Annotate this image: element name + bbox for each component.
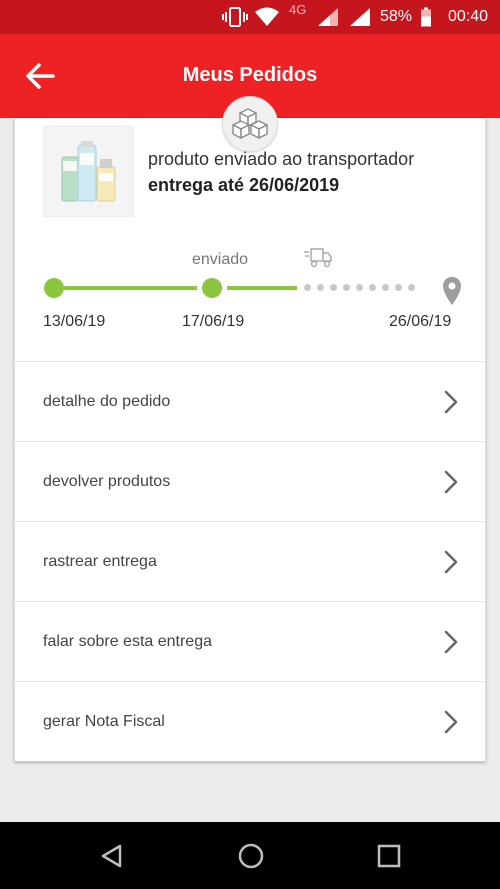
progress-pending-dot: [356, 284, 363, 291]
menu-item-label: detalhe do pedido: [43, 393, 171, 410]
battery-icon: [420, 0, 432, 34]
progress-pending-dot: [343, 284, 350, 291]
menu-item-track-delivery[interactable]: rastrear entrega: [15, 521, 485, 601]
signal-icon: [317, 0, 339, 34]
clock: 00:40: [448, 8, 489, 25]
nav-back-button[interactable]: [88, 832, 136, 880]
menu-item-label: rastrear entrega: [43, 553, 157, 570]
menu-item-generate-invoice[interactable]: gerar Nota Fiscal: [15, 681, 485, 761]
menu-item-order-detail[interactable]: detalhe do pedido: [15, 361, 485, 441]
menu-item-label: devolver produtos: [43, 473, 171, 490]
battery-percent: 58%: [380, 8, 413, 25]
chevron-right-icon: [444, 630, 458, 654]
signal-icon: [349, 0, 371, 34]
vibrate-icon: [222, 0, 248, 34]
progress-segment: [64, 286, 197, 290]
tracking-date: 13/06/19: [43, 313, 106, 330]
truck-icon: [303, 246, 333, 275]
progress-pending-dot: [382, 284, 389, 291]
progress-pending-dot: [304, 284, 311, 291]
tracking-date: 26/06/19: [389, 313, 452, 330]
location-pin-icon: [442, 276, 462, 311]
nav-home-button[interactable]: [227, 832, 275, 880]
wifi-icon: [254, 0, 280, 34]
progress-pending-dot: [408, 284, 415, 291]
menu-item-talk-about-delivery[interactable]: falar sobre esta entrega: [15, 601, 485, 681]
progress-pending-dot: [395, 284, 402, 291]
page-title: Meus Pedidos: [182, 64, 318, 86]
chevron-right-icon: [444, 390, 458, 414]
product-thumbnail: [43, 126, 134, 217]
chevron-right-icon: [444, 550, 458, 574]
chevron-right-icon: [444, 470, 458, 494]
progress-step-dot: [202, 278, 222, 298]
back-triangle-icon: [101, 844, 122, 868]
order-status-text: produto enviado ao transportador: [148, 149, 415, 169]
boxes-icon: [222, 96, 278, 152]
recents-square-icon: [377, 844, 401, 868]
menu-item-label: falar sobre esta entrega: [43, 633, 212, 650]
status-bar: 4G 58% 00:40: [0, 0, 500, 34]
progress-pending-dot: [317, 284, 324, 291]
home-circle-icon: [238, 843, 264, 869]
navigation-bar: [0, 822, 500, 889]
progress-step-dot: [44, 278, 64, 298]
nav-recents-button[interactable]: [365, 832, 413, 880]
network-type: 4G: [289, 1, 307, 17]
progress-pending-dot: [369, 284, 376, 291]
tracking-step-label: enviado: [192, 251, 249, 268]
delivery-date-text: entrega até 26/06/2019: [148, 175, 340, 195]
progress-pending-dot: [330, 284, 337, 291]
menu-item-label: gerar Nota Fiscal: [43, 713, 165, 730]
progress-segment: [227, 286, 297, 290]
tracking-date: 17/06/19: [182, 313, 245, 330]
menu-item-return-products[interactable]: devolver produtos: [15, 441, 485, 521]
chevron-right-icon: [444, 710, 458, 734]
